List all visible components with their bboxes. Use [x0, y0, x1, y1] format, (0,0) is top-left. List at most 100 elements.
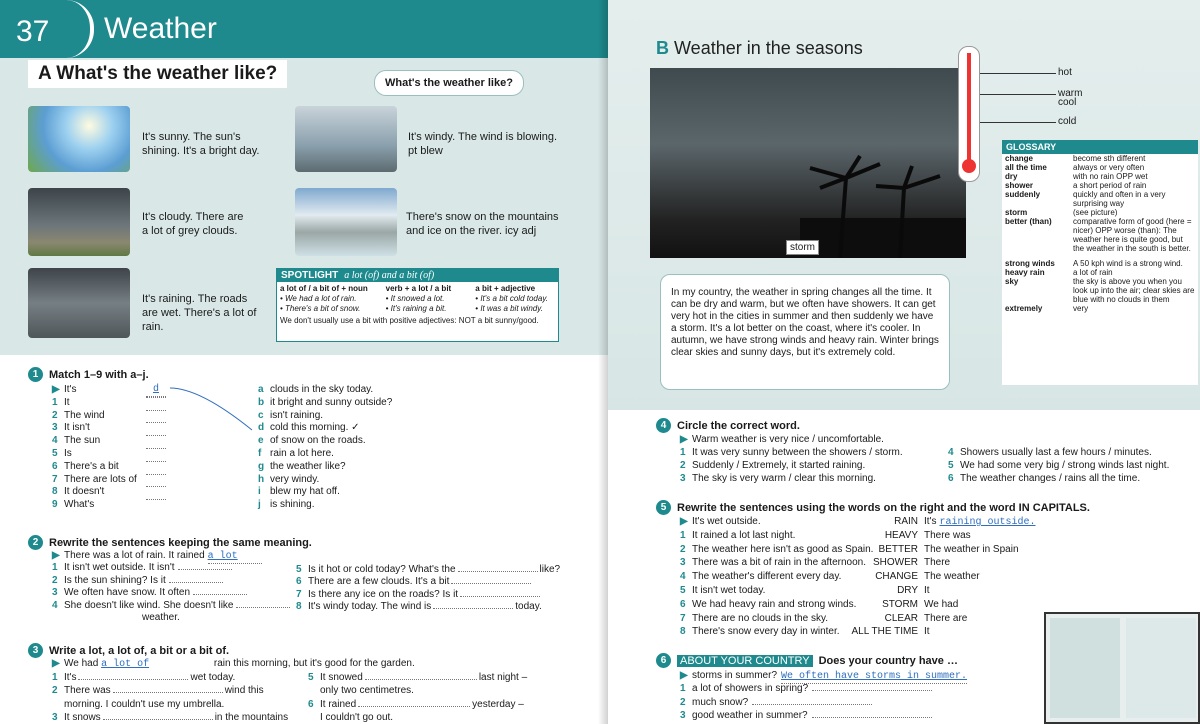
glossary-entry: shower a short period of rain [1002, 181, 1198, 190]
answer-blank[interactable] [102, 719, 213, 721]
glossary-definition: a lot of rain [1073, 268, 1113, 277]
ex1-item: 3 It isn't [52, 422, 166, 434]
ex3-example: ▶ We had a lot of rain this morning, but … [52, 658, 415, 670]
ex2-answer [177, 569, 232, 571]
answer-blank[interactable] [364, 679, 477, 680]
spot-col2-head: verb + a lot / a bit [385, 284, 452, 293]
ex1-item: ▶ It's d [52, 384, 166, 397]
answer-blank[interactable] [358, 705, 471, 707]
ex1-option: f rain a lot here. [258, 448, 334, 459]
ex4-item: 2 Suddenly / Extremely, it started rainin… [680, 460, 866, 471]
ex1-option: g the weather like? [258, 460, 346, 472]
ex1-title: 1 Match 1–9 with a–j. [28, 367, 149, 382]
ex5-keyword: DRY [897, 585, 918, 596]
ex5-answer-start: There was [924, 529, 971, 541]
ex1-option: e of snow on the roads. [258, 435, 366, 447]
unit-title: Weather [104, 12, 217, 45]
ex6-item: 1a lot of showers in spring? [680, 683, 933, 695]
ex5-keyword: HEAVY [884, 529, 918, 541]
ex2-answer [193, 594, 248, 596]
right-page: B Weather in the seasons storm hot warm … [608, 0, 1200, 724]
windy-photo [295, 106, 397, 172]
thermo-hot: hot [1058, 67, 1072, 78]
glossary-entry: heavy rain a lot of rain [1002, 268, 1198, 277]
glossary-entry: storm (see picture) [1002, 208, 1198, 217]
spot-col3-ex1: • It's a bit cold today. [475, 294, 548, 303]
ex5-answer-start: It's raining outside. [924, 516, 1036, 528]
ex5-sentence: 5 It isn't wet today. [680, 585, 766, 596]
glossary-definition: quickly and often in a very surprising w… [1073, 190, 1166, 208]
caption-windy: It's windy. The wind is blowing. pt blew [408, 131, 558, 157]
ex6-answer [752, 703, 873, 705]
spot-col1-ex2: • There's a bit of snow. [280, 304, 361, 313]
glossary-definition: with no rain OPP wet [1073, 172, 1148, 181]
glossary-heading: GLOSSARY [1002, 140, 1198, 154]
glossary-definition: always or very often [1073, 163, 1145, 172]
glossary-definition: very [1073, 304, 1089, 313]
glossary-entry: all the time always or very often [1002, 163, 1198, 172]
section-b-title: B Weather in the seasons [656, 38, 863, 58]
spotlight-title: a lot (of) and a bit (of) [344, 270, 435, 281]
ex2-item: 2 Is the sun shining? Is it [52, 575, 223, 587]
answer-blank[interactable] [78, 679, 189, 680]
glossary-definition: the sky is above you when you look up in… [1073, 277, 1195, 304]
ex1-item: 4 The sun [52, 435, 166, 447]
glossary-term: dry [1005, 172, 1018, 181]
spotlight-box: SPOTLIGHT a lot (of) and a bit (of) a lot… [276, 268, 559, 342]
page-thumbnail[interactable] [1044, 612, 1200, 724]
ex5-answer-start: It [924, 585, 930, 596]
glossary-definition: a short period of rain [1073, 181, 1147, 190]
caption-cloudy: It's cloudy. There are a lot of grey clo… [142, 211, 244, 237]
caption-snow: There's snow on the mountains and ice on… [406, 211, 559, 237]
ex4-title: 4 Circle the correct word. [656, 418, 800, 433]
glossary-term: strong winds [1005, 259, 1055, 268]
ex5-answer-start: It [924, 626, 930, 638]
glossary-definition: A 50 kph wind is a strong wind. [1073, 259, 1183, 268]
ex5-keyword: BETTER [878, 543, 918, 555]
answer-blank[interactable] [460, 595, 541, 597]
ex5-keyword: RAIN [894, 516, 918, 527]
ex4-item: 6 The weather changes / rains all the tim… [948, 473, 1141, 484]
answer-blank[interactable] [457, 571, 538, 572]
ex5-keyword: CLEAR [884, 612, 918, 624]
caption-sunny: It's sunny. The sun's shining. It's a br… [142, 131, 260, 157]
glossary-term: storm [1005, 208, 1028, 217]
thermometer-icon [958, 46, 980, 182]
storm-label: storm [786, 240, 819, 255]
speech-bubble: What's the weather like? [374, 70, 524, 96]
glossary-term: extremely [1005, 304, 1043, 313]
ex5-sentence: 7 There are no clouds in the sky. [680, 612, 828, 624]
ex5-sentence: ▶ It's wet outside. [680, 516, 761, 527]
answer-blank[interactable] [451, 583, 532, 585]
answer-blank[interactable] [433, 608, 514, 610]
answer-blank[interactable] [112, 692, 223, 694]
spotlight-label: SPOTLIGHT [281, 270, 339, 281]
palm-tree-icon [800, 154, 966, 258]
ex5-keyword: SHOWER [873, 557, 918, 569]
ex3-item: morning. I couldn't use my umbrella. [64, 698, 225, 710]
storm-photo [650, 68, 966, 258]
ex1-answer [146, 499, 166, 501]
ex5-answer-start: The weather in Spain [924, 543, 1019, 555]
ex2-title: 2 Rewrite the sentences keeping the same … [28, 535, 312, 550]
reading-paragraph: In my country, the weather in spring cha… [660, 274, 950, 390]
glossary-entry: strong winds A 50 kph wind is a strong wi… [1002, 259, 1198, 268]
ex1-answer [146, 460, 166, 462]
ex2-item: 7 Is there any ice on the roads? Is it [296, 589, 542, 601]
ex3-item: 2 There was wind this [52, 685, 264, 697]
ex2-item: 4 She doesn't like wind. She doesn't like [52, 600, 291, 612]
glossary-entry: change become sth different [1002, 154, 1198, 163]
spot-col3-head: a bit + adjective [475, 284, 536, 293]
ex2-item: 5 Is it hot or cold today? What's the like… [296, 564, 561, 575]
glossary-entry: better (than) comparative form of good (h… [1002, 217, 1198, 253]
ex6-answer [812, 690, 933, 692]
ex5-number: 5 [656, 500, 671, 515]
glossary-entry: suddenly quickly and often in a very surp… [1002, 190, 1198, 208]
ex1-item: 9 What's [52, 499, 166, 511]
ex4-item: ▶ Warm weather is very nice / uncomfortab… [680, 434, 884, 445]
ex1-option: c isn't raining. [258, 409, 324, 421]
ex6-label: ABOUT YOUR COUNTRY [677, 654, 813, 667]
ex5-title: 5 Rewrite the sentences using the words o… [656, 500, 1090, 515]
glossary-term: suddenly [1005, 190, 1041, 199]
snow-photo [295, 188, 397, 256]
